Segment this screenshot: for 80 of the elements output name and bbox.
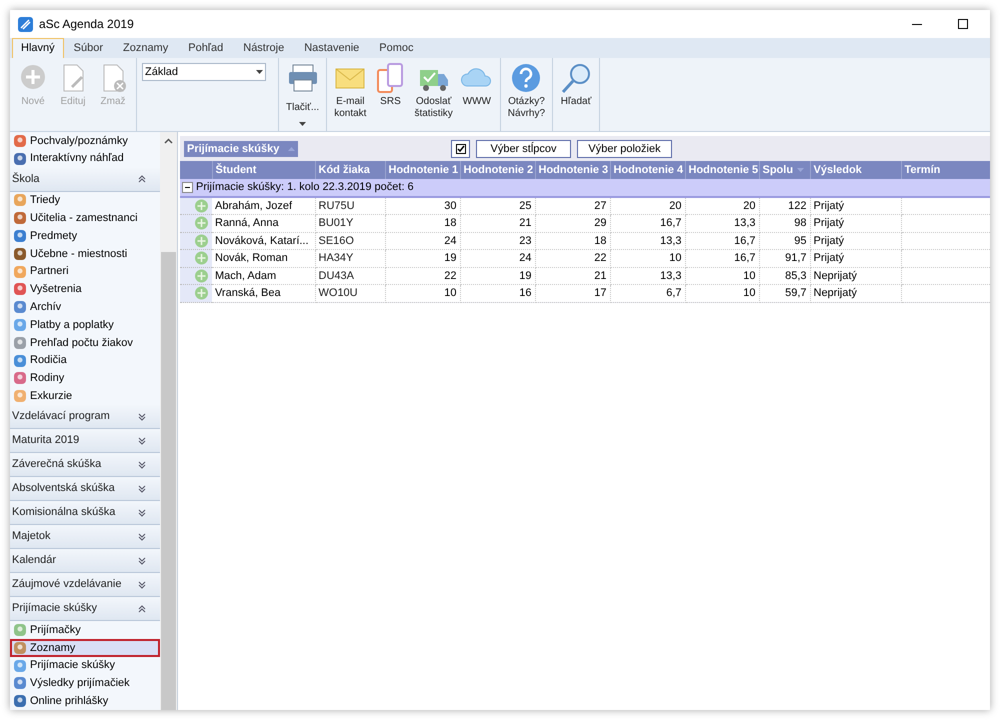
section-header[interactable]: Komisionálna skúška	[10, 501, 160, 526]
sidebar-item[interactable]: Predmety	[10, 227, 160, 245]
table-cell: 16	[460, 284, 535, 302]
sidebar-item[interactable]: Platby a poplatky	[10, 316, 160, 334]
sidebar-item[interactable]: Partneri	[10, 262, 160, 281]
expand-icon	[138, 412, 146, 421]
scrollbar[interactable]	[160, 132, 177, 710]
ribbon-button[interactable]: SRS	[371, 62, 410, 108]
sidebar-item[interactable]: Pochvaly/poznámky	[10, 132, 160, 150]
app-logo-icon	[18, 16, 33, 32]
toolbar-button[interactable]: Výber položiek	[577, 140, 672, 158]
printer-icon	[286, 62, 319, 94]
maximize-icon	[958, 19, 968, 29]
table-cell: WO10U	[315, 284, 385, 302]
search-icon	[560, 62, 592, 94]
table-cell: 59,7	[759, 284, 810, 302]
window-title: aSc Agenda 2019	[39, 16, 134, 33]
section-header[interactable]: Maturita 2019	[10, 429, 160, 454]
sidebar-item[interactable]: Interaktívny náhľad	[10, 150, 160, 168]
ribbon-tab[interactable]: Zoznamy	[112, 38, 178, 58]
caret-icon	[256, 70, 263, 74]
section-header[interactable]: Záujmové vzdelávanie	[10, 573, 160, 598]
expand-icon	[138, 580, 146, 589]
sidebar-item[interactable]: Prijímačky	[10, 621, 160, 639]
ribbon-tab[interactable]: Pohľad	[178, 38, 234, 58]
sidebar-item[interactable]: Rodičia	[10, 352, 160, 370]
ribbon-button[interactable]: Odoslať štatistiky	[411, 62, 456, 120]
sidebar-item[interactable]: Rodiny	[10, 370, 160, 388]
table-cell: 10	[685, 284, 759, 302]
sidebar-item[interactable]: Online prihlášky	[10, 692, 160, 710]
select-all-button[interactable]	[451, 140, 470, 158]
toolbar-button[interactable]: Výber stĺpcov	[476, 140, 571, 158]
expand-icon	[138, 556, 146, 565]
scroll-up-icon[interactable]	[164, 138, 173, 144]
ribbon-button[interactable]: E-mail kontakt	[331, 62, 370, 120]
sidebar-item[interactable]: Učebne - miestnosti	[10, 244, 160, 263]
section-header[interactable]: Prijímacie skúšky	[10, 597, 160, 622]
section-header[interactable]: Majetok	[10, 525, 160, 550]
question-icon	[510, 62, 542, 94]
ribbon-button[interactable]: Otázky? Návrhy?	[504, 62, 548, 120]
ribbon-tab[interactable]: Súbor	[64, 38, 113, 58]
section-header[interactable]: Absolventská skúška	[10, 477, 160, 502]
ribbon-tab[interactable]: Nastavenie	[294, 38, 370, 58]
section-header[interactable]: Vzdelávací program	[10, 405, 160, 430]
sidebar-item[interactable]: Archív	[10, 298, 160, 316]
sidebar-item[interactable]: Prijímacie skúšky	[10, 656, 160, 675]
sidebar-item[interactable]: Zoznamy	[10, 638, 160, 657]
sidebar-item[interactable]: Vyšetrenia	[10, 280, 160, 298]
group-row[interactable]: Prijímacie skúšky: 1. kolo 22.3.2019 počet: 6	[180, 179, 990, 196]
collapse-icon	[138, 604, 146, 613]
group-label: Prijímacie skúšky: 1. kolo 22.3.2019 počet: 6	[196, 180, 414, 195]
sidebar-item[interactable]: Triedy	[10, 192, 160, 210]
expander-button[interactable]	[182, 182, 193, 193]
table-cell: 10	[385, 284, 460, 302]
table-cell: 6,7	[610, 284, 685, 302]
collapse-icon	[138, 175, 146, 184]
ribbon-tab[interactable]: Hlavný	[12, 38, 64, 58]
view-dropdown[interactable]: Základ	[142, 63, 266, 81]
ribbon-tab[interactable]: Pomoc	[369, 38, 424, 58]
section-header[interactable]: Kalendár	[10, 549, 160, 574]
section-header[interactable]: Záverečná skúška	[10, 453, 160, 478]
sidebar-item[interactable]: Exkurzie	[10, 387, 160, 406]
ribbon-button[interactable]: Hľadať	[557, 62, 596, 108]
ribbon-tab[interactable]: Nástroje	[233, 38, 294, 58]
caret-icon	[299, 122, 306, 126]
ribbon-button[interactable]: WWW	[458, 62, 496, 108]
sidebar-item[interactable]: Učitelia - zamestnanci	[10, 209, 160, 228]
checkbox-icon	[456, 144, 466, 154]
table-cell: 17	[535, 284, 610, 302]
expand-icon	[138, 460, 146, 469]
expand-icon	[138, 436, 146, 445]
table-cell: Neprijatý	[810, 284, 901, 302]
sidebar-item[interactable]: Prehľad počtu žiakov	[10, 334, 160, 352]
table-cell: Vranská, Bea	[212, 284, 315, 302]
expand-icon	[138, 508, 146, 517]
expand-icon	[138, 532, 146, 541]
ribbon-button[interactable]: Tlačiť...	[283, 62, 322, 128]
sidebar-item[interactable]: Výsledky prijímačiek	[10, 674, 160, 692]
scroll-thumb[interactable]	[161, 252, 176, 710]
expand-icon	[138, 484, 146, 493]
